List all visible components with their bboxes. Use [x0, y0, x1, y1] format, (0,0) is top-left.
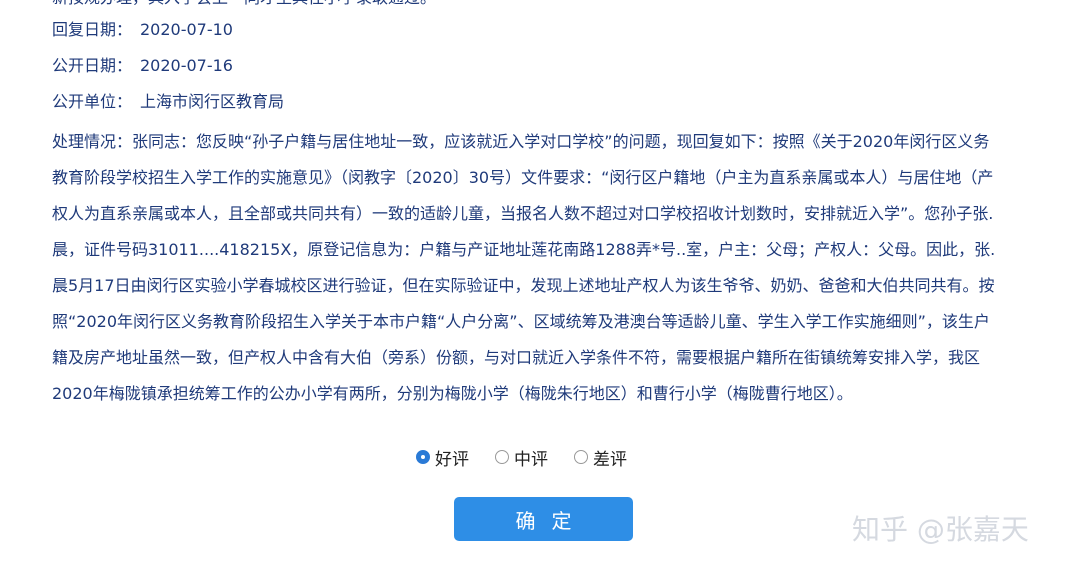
publish-unit-row: 公开单位： 上海市闵行区教育局	[52, 92, 284, 112]
radio-icon[interactable]	[574, 450, 588, 464]
publish-unit-label: 公开单位：	[52, 92, 133, 111]
confirm-button[interactable]: 确定	[454, 497, 633, 541]
publish-date-row: 公开日期： 2020-07-16	[52, 56, 233, 76]
rating-option-good[interactable]: 好评	[416, 445, 469, 470]
radio-icon[interactable]	[495, 450, 509, 464]
handling-section: 处理情况：张同志：您反映“孙子户籍与居住地址一致，应该就近入学对口学校”的问题，…	[52, 124, 1002, 412]
reply-date-value: 2020-07-10	[140, 20, 233, 39]
publish-date-label: 公开日期：	[52, 56, 133, 75]
rating-group: 好评 中评 差评	[416, 444, 653, 470]
rating-option-label: 好评	[435, 449, 469, 470]
reply-date-label: 回复日期：	[52, 20, 133, 39]
handling-label: 处理情况：	[52, 132, 133, 151]
handling-text: 张同志：您反映“孙子户籍与居住地址一致，应该就近入学对口学校”的问题，现回复如下…	[52, 132, 996, 403]
radio-selected-icon[interactable]	[416, 450, 430, 464]
zhihu-watermark: 知乎 @张嘉天	[852, 513, 1029, 546]
publish-unit-value: 上海市闵行区教育局	[140, 92, 285, 111]
rating-option-bad[interactable]: 差评	[574, 445, 627, 470]
publish-date-value: 2020-07-16	[140, 56, 233, 75]
rating-option-label: 中评	[514, 449, 548, 470]
rating-option-label: 差评	[593, 449, 627, 470]
reply-date-row: 回复日期： 2020-07-10	[52, 20, 233, 40]
truncated-top-line: 新按规办理，具入学会上一同才生具往小学录取通过。	[52, 0, 522, 8]
rating-option-medium[interactable]: 中评	[495, 445, 548, 470]
